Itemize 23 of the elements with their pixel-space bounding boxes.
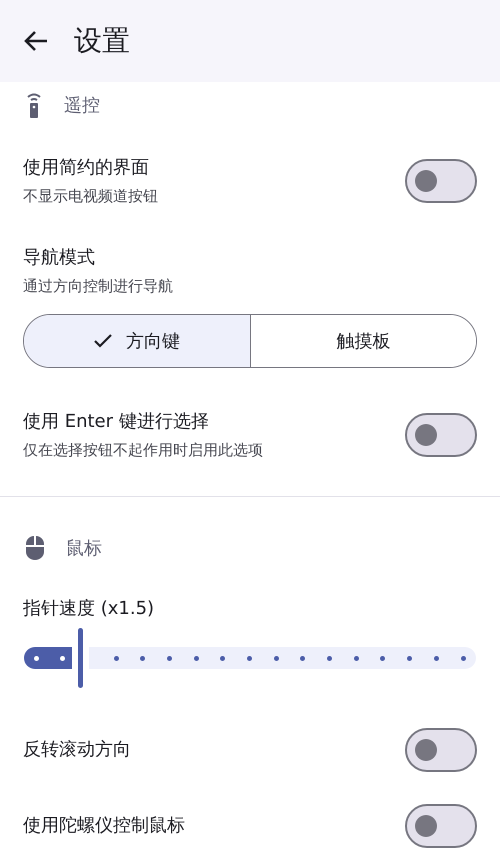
page-title: 设置 [74,23,130,59]
mouse-icon [26,536,44,560]
setting-description: 仅在选择按钮不起作用时启用此选项 [23,440,264,461]
setting-title: 使用简约的界面 [23,156,150,180]
toggle-switch[interactable] [405,804,477,848]
setting-title: 导航模式 [23,246,96,270]
setting-title: 指针速度 (x1.5) [23,597,156,621]
setting-description: 不显示电视频道按钮 [23,186,159,207]
setting-title: 使用陀螺仪控制鼠标 [23,814,186,838]
check-icon [94,334,112,348]
segment-button[interactable]: 触摸板 [250,315,476,367]
section-title: 遥控 [64,94,100,118]
toggle-switch[interactable] [405,728,477,772]
toggle-switch[interactable] [405,159,477,203]
segment-button[interactable]: 方向键 [24,315,250,367]
toggle-switch[interactable] [405,413,477,457]
setting-title: 反转滚动方向 [23,738,132,762]
setting-title: 使用 Enter 键进行选择 [23,410,210,434]
remote-icon [26,92,42,118]
setting-description: 通过方向控制进行导航 [23,276,174,297]
back-icon[interactable] [24,30,48,52]
section-title: 鼠标 [66,536,102,560]
slider-handle[interactable] [78,628,83,688]
